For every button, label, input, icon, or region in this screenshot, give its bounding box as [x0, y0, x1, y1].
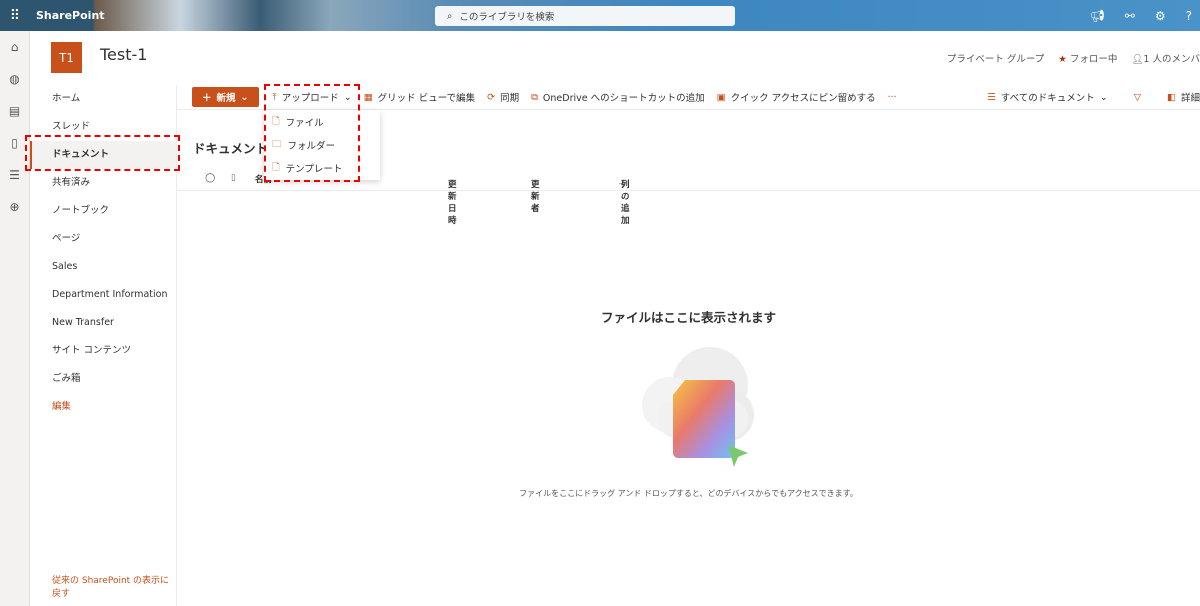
follow-button[interactable]: ★ フォロー中 — [1058, 51, 1117, 65]
new-label: 新規 — [216, 93, 236, 104]
more-button[interactable]: ··· — [888, 92, 897, 103]
site-title[interactable]: Test-1 — [100, 45, 147, 64]
nav-edit-link[interactable]: 編集 — [30, 393, 176, 421]
members-button[interactable]: 👤︎1 人のメンバ — [1131, 51, 1200, 65]
file-type-icon[interactable]: ▯ — [231, 173, 236, 183]
nav-item-notebook[interactable]: ノートブック — [30, 197, 176, 225]
sync-label: 同期 — [500, 93, 520, 104]
filter-button[interactable]: ▽ — [1134, 90, 1141, 104]
nav-item-home[interactable]: ホーム — [30, 85, 176, 113]
search-placeholder: このライブラリを検索 — [459, 12, 555, 23]
grid-view-button[interactable]: ▦ グリッド ビューで編集 — [363, 90, 476, 105]
legacy-view-link[interactable]: 従来の SharePoint の表示に戻す — [52, 575, 172, 601]
sync-button[interactable]: ⟳ 同期 — [487, 90, 520, 105]
add-column-label: 列の追加 — [620, 180, 630, 226]
highlight-upload — [264, 84, 360, 182]
privacy-label: プライベート グループ — [946, 54, 1045, 65]
nav-item-shared[interactable]: 共有済み — [30, 169, 176, 197]
new-button[interactable]: ＋ 新規 ⌄ — [192, 87, 259, 107]
details-label: 詳細 — [1180, 93, 1200, 104]
list-view-icon: ☰ — [987, 91, 996, 103]
chevron-down-icon: ⌄ — [240, 91, 249, 103]
library-title: ドキュメント — [193, 141, 269, 156]
search-input[interactable]: ⌕ このライブラリを検索 — [435, 6, 735, 26]
gear-icon[interactable]: ⚙ — [1155, 9, 1166, 23]
app-share-icon[interactable]: ⚯ — [1125, 9, 1135, 23]
megaphone-icon[interactable]: 📢︎ — [1090, 9, 1105, 23]
nav-item-recycle-bin[interactable]: ごみ箱 — [30, 365, 176, 393]
person-icon: 👤︎ — [1131, 54, 1144, 65]
view-label: すべてのドキュメント — [1000, 93, 1095, 104]
search-icon: ⌕ — [447, 10, 453, 22]
chevron-down-icon: ⌄ — [531, 178, 539, 188]
filter-icon: ▽ — [1133, 91, 1141, 103]
create-icon[interactable]: ⊕ — [0, 191, 29, 223]
details-pane-icon: ◧ — [1167, 91, 1176, 103]
cloud-file-illustration — [642, 347, 754, 467]
pin-icon: ▣ — [716, 91, 726, 103]
brand-label[interactable]: SharePoint — [36, 9, 105, 22]
plus-icon: ＋ — [202, 93, 212, 104]
select-all-checkbox[interactable]: ○ — [205, 170, 215, 184]
onedrive-label: OneDrive へのショートカットの追加 — [542, 93, 705, 104]
pin-quick-access-button[interactable]: ▣ クイック アクセスにピン留めする — [716, 90, 876, 105]
nav-item-pages[interactable]: ページ — [30, 225, 176, 253]
shortcut-icon: ⧉ — [531, 91, 538, 103]
sync-icon: ⟳ — [487, 91, 496, 103]
grid-label: グリッド ビューで編集 — [377, 93, 476, 104]
app-launcher-icon[interactable]: ⠿ — [0, 0, 30, 31]
empty-state-caption: ファイルをここにドラッグ アンド ドロップすると、どのデバイスからでもアクセスで… — [519, 489, 858, 498]
home-icon[interactable]: ⌂ — [0, 31, 29, 63]
nav-item-department[interactable]: Department Information — [30, 281, 176, 309]
pin-label: クイック アクセスにピン留めする — [730, 93, 876, 104]
members-label: 1 人のメンバ — [1143, 54, 1200, 65]
news-icon[interactable]: ▤ — [0, 95, 29, 127]
grid-icon: ▦ — [363, 91, 373, 103]
onedrive-shortcut-button[interactable]: ⧉ OneDrive へのショートカットの追加 — [531, 90, 705, 105]
add-column-button[interactable]: ＋ 列の追加 — [618, 173, 629, 226]
site-logo[interactable]: T1 — [51, 42, 82, 73]
highlight-documents — [25, 135, 180, 171]
nav-item-sales[interactable]: Sales — [30, 253, 176, 281]
info-icon: ⓘ ⌄ — [448, 180, 457, 200]
more-icon: ··· — [887, 91, 897, 103]
empty-state-title: ファイルはここに表示されます — [600, 310, 776, 325]
star-icon: ★ — [1058, 54, 1067, 65]
details-button[interactable]: ◧ 詳細 — [1167, 90, 1200, 105]
chevron-down-icon: ⌄ — [1099, 91, 1108, 103]
view-selector[interactable]: ☰ すべてのドキュメント ⌄ — [987, 90, 1108, 105]
help-icon[interactable]: ? — [1186, 9, 1192, 23]
nav-item-site-contents[interactable]: サイト コンテンツ — [30, 337, 176, 365]
globe-icon[interactable]: ◍ — [0, 63, 29, 95]
suite-header: ⠿ SharePoint ⌕ このライブラリを検索 📢︎ ⚯ ⚙ ? — [0, 0, 1200, 31]
follow-label: フォロー中 — [1069, 54, 1118, 65]
